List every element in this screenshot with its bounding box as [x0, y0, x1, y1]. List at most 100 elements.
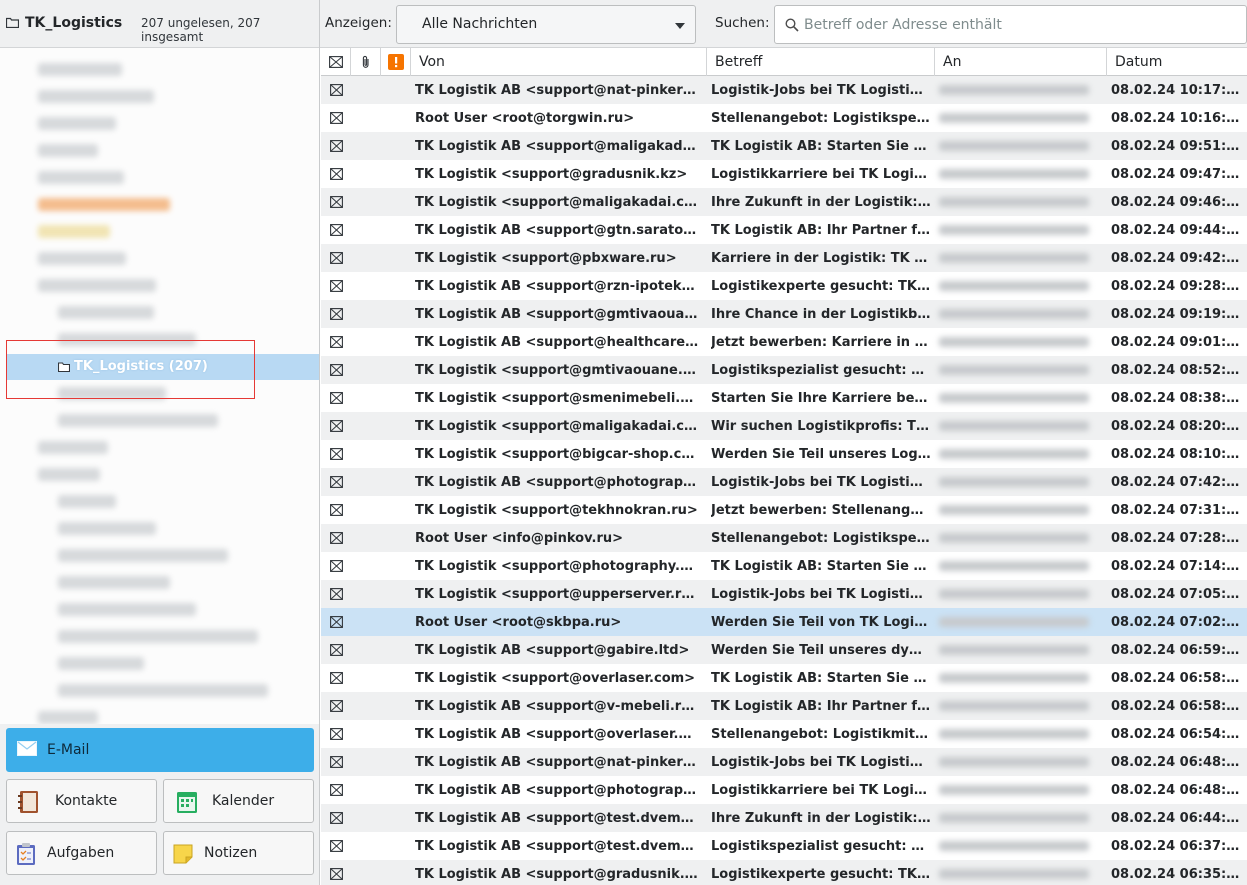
folder-item[interactable] — [0, 596, 319, 623]
message-row[interactable]: TK Logistik <support@photography.ru> TK L… — [321, 552, 1247, 580]
message-row[interactable]: TK Logistik AB <support@overlaser.com> St… — [321, 720, 1247, 748]
column-to[interactable]: An — [935, 48, 1107, 76]
search-label: Suchen: — [715, 15, 770, 31]
message-row[interactable]: TK Logistik AB <support@test.dvemoroza.r… — [321, 804, 1247, 832]
message-row[interactable]: Root User <root@torgwin.ru> Stellenangebo… — [321, 104, 1247, 132]
column-date-label: Datum — [1115, 54, 1163, 70]
search-input[interactable] — [804, 12, 1234, 38]
message-subject: Karriere in der Logistik: TK Logistik — [711, 251, 931, 266]
message-date: 08.02.24 09:28:47 — [1111, 279, 1243, 294]
folder-item[interactable] — [0, 164, 319, 191]
folder-item[interactable] — [0, 110, 319, 137]
message-subject: TK Logistik AB: Starten Sie Ihre Karrier… — [711, 139, 931, 154]
envelope-icon — [330, 84, 343, 96]
folder-item[interactable] — [0, 461, 319, 488]
message-row[interactable]: TK Logistik AB <support@photography.ru> L… — [321, 468, 1247, 496]
blurred-folder-label — [38, 225, 110, 238]
message-row[interactable]: TK Logistik <support@maligakadai.com> Wir… — [321, 412, 1247, 440]
message-row[interactable]: TK Logistik AB <support@photography.ru> L… — [321, 776, 1247, 804]
message-row[interactable]: TK Logistik <support@gmtivaouane.com> Log… — [321, 356, 1247, 384]
message-from: TK Logistik AB <support@healthcare.ru> — [415, 335, 699, 350]
folder-item[interactable] — [0, 56, 319, 83]
folder-item[interactable] — [0, 623, 319, 650]
column-subject[interactable]: Betreff — [707, 48, 935, 76]
tasks-button[interactable]: Aufgaben — [6, 831, 157, 875]
envelope-icon — [330, 784, 343, 796]
message-row[interactable]: TK Logistik AB <support@gmtivaouane.com>… — [321, 300, 1247, 328]
message-from: TK Logistik <support@gradusnik.kz> — [415, 167, 688, 182]
search-box[interactable] — [774, 5, 1247, 44]
message-row[interactable]: TK Logistik <support@smenimebeli.ru> Star… — [321, 384, 1247, 412]
mail-button[interactable]: E-Mail — [6, 728, 314, 772]
column-status[interactable] — [321, 48, 351, 76]
envelope-icon — [330, 448, 343, 460]
message-subject: Logistikkarriere bei TK Logistik — [711, 167, 931, 182]
message-row[interactable]: TK Logistik <support@overlaser.com> TK Lo… — [321, 664, 1247, 692]
message-date: 08.02.24 07:02:00 — [1111, 615, 1243, 630]
message-row[interactable]: TK Logistik AB <support@v-mebeli.ru> TK L… — [321, 692, 1247, 720]
blurred-folder-label — [58, 549, 228, 562]
message-row[interactable]: TK Logistik AB <support@maligakadai.com>… — [321, 132, 1247, 160]
message-row[interactable]: TK Logistik AB <support@gtn.saratov.ru> T… — [321, 216, 1247, 244]
message-row[interactable]: TK Logistik AB <support@gabire.ltd> Werde… — [321, 636, 1247, 664]
message-from: Root User <root@skbpa.ru> — [415, 615, 622, 630]
envelope-icon — [330, 644, 343, 656]
column-date[interactable]: Datum — [1107, 48, 1247, 76]
folder-item[interactable] — [0, 434, 319, 461]
message-row[interactable]: TK Logistik <support@bigcar-shop.com> Wer… — [321, 440, 1247, 468]
message-row[interactable]: TK Logistik AB <support@healthcare.ru> Je… — [321, 328, 1247, 356]
column-attachment[interactable] — [351, 48, 381, 76]
folder-item[interactable] — [0, 218, 319, 245]
message-date: 08.02.24 08:10:40 — [1111, 447, 1243, 462]
message-row[interactable]: TK Logistik AB <support@nat-pinkerton.ru… — [321, 76, 1247, 104]
column-importance[interactable] — [381, 48, 411, 76]
blurred-folder-label — [38, 144, 98, 157]
message-subject: Jetzt bewerben: Stellenangebote — [711, 503, 931, 518]
calendar-button[interactable]: Kalender — [163, 779, 314, 823]
contacts-button[interactable]: Kontakte — [6, 779, 157, 823]
message-row[interactable]: Root User <info@pinkov.ru> Stellenangebot… — [321, 524, 1247, 552]
blurred-folder-label — [58, 576, 170, 589]
message-row[interactable]: TK Logistik AB <support@nat-pinkerton.ru… — [321, 748, 1247, 776]
folder-item[interactable] — [0, 83, 319, 110]
message-recipient-blurred — [937, 104, 1101, 132]
message-row[interactable]: TK Logistik AB <support@test.dvemoroza.r… — [321, 832, 1247, 860]
message-row[interactable]: TK Logistik <support@upperserver.ru> Logi… — [321, 580, 1247, 608]
envelope-icon — [330, 588, 343, 600]
message-from: TK Logistik AB <support@photography.ru> — [415, 783, 699, 798]
sticky-note-icon — [173, 844, 193, 864]
envelope-icon — [330, 700, 343, 712]
message-row[interactable]: TK Logistik AB <support@rzn-ipoteka.ru> L… — [321, 272, 1247, 300]
message-row[interactable]: Root User <root@skbpa.ru> Werden Sie Teil… — [321, 608, 1247, 636]
mail-label: E-Mail — [47, 742, 90, 758]
folder-item[interactable] — [0, 650, 319, 677]
folder-item[interactable] — [0, 677, 319, 704]
notes-button[interactable]: Notizen — [163, 831, 314, 875]
message-row[interactable]: TK Logistik <support@tekhnokran.ru> Jetzt… — [321, 496, 1247, 524]
message-from: Root User <info@pinkov.ru> — [415, 531, 624, 546]
folder-item[interactable] — [0, 245, 319, 272]
message-row[interactable]: TK Logistik AB <support@gradusnik.kz> Log… — [321, 860, 1247, 885]
message-row[interactable]: TK Logistik <support@gradusnik.kz> Logist… — [321, 160, 1247, 188]
message-subject: Logistikspezialist gesucht: TK Logistik — [711, 363, 931, 378]
show-filter-dropdown[interactable]: Alle Nachrichten — [396, 5, 696, 44]
envelope-icon — [330, 112, 343, 124]
folder-item[interactable] — [0, 299, 319, 326]
folder-item[interactable] — [0, 542, 319, 569]
folder-item[interactable] — [0, 137, 319, 164]
message-from: TK Logistik <support@pbxware.ru> — [415, 251, 677, 266]
folder-item[interactable] — [0, 515, 319, 542]
message-date: 08.02.24 07:42:27 — [1111, 475, 1243, 490]
folder-item[interactable] — [0, 272, 319, 299]
folder-item[interactable] — [0, 488, 319, 515]
message-row[interactable]: TK Logistik <support@maligakadai.com> Ihr… — [321, 188, 1247, 216]
message-subject: TK Logistik AB: Ihr Partner für — [711, 699, 931, 714]
folder-item[interactable] — [0, 569, 319, 596]
folder-item[interactable] — [0, 407, 319, 434]
folder-item[interactable] — [0, 191, 319, 218]
message-recipient-blurred — [937, 76, 1101, 104]
column-from[interactable]: Von — [411, 48, 707, 76]
message-date: 08.02.24 06:54:39 — [1111, 727, 1243, 742]
message-row[interactable]: TK Logistik <support@pbxware.ru> Karriere… — [321, 244, 1247, 272]
message-list-header: Von Betreff An Datum — [321, 48, 1247, 76]
